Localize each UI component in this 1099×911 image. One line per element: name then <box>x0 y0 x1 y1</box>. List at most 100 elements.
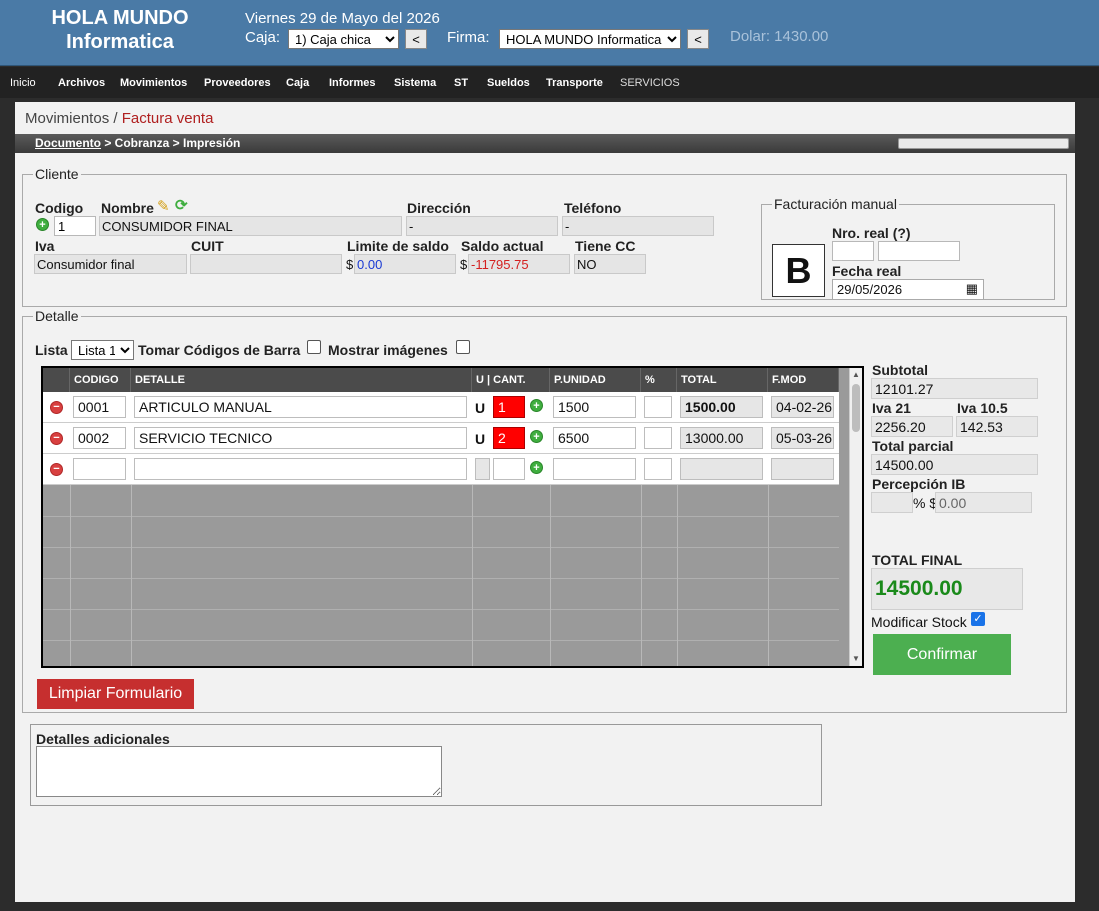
new-porcentaje-input[interactable] <box>644 458 672 480</box>
telefono-field: - <box>562 216 714 236</box>
nav-sueldos[interactable]: Sueldos <box>487 77 530 89</box>
row-codigo[interactable]: 0001 <box>73 396 126 418</box>
codigo-label: Codigo <box>35 200 84 216</box>
firma-back-button[interactable]: < <box>687 29 709 49</box>
new-detalle-input[interactable] <box>134 458 467 480</box>
iva21-label: Iva 21 <box>872 400 911 416</box>
add-cliente-icon[interactable]: + <box>36 218 49 231</box>
nav-informes[interactable]: Informes <box>329 77 375 89</box>
grid-column-line <box>641 485 642 666</box>
table-row: − 0001 ARTICULO MANUAL U 1 + 1500 1500.0… <box>43 392 839 423</box>
total-final-value: 14500.00 <box>871 568 1023 610</box>
nav-st[interactable]: ST <box>454 77 468 89</box>
saldo-field: -11795.75 <box>468 254 570 274</box>
row-unidad[interactable]: U <box>475 400 485 416</box>
row-punidad[interactable]: 1500 <box>553 396 636 418</box>
calendar-icon[interactable]: ▦ <box>966 281 978 297</box>
caja-back-button[interactable]: < <box>405 29 427 49</box>
breadcrumb: Movimientos / Factura venta <box>25 110 213 127</box>
total-final-label: TOTAL FINAL <box>872 552 963 568</box>
new-cantidad-input[interactable] <box>493 458 525 480</box>
nro-real-prefix-input[interactable] <box>832 241 874 261</box>
new-total-field <box>680 458 763 480</box>
new-fmod-field <box>771 458 834 480</box>
images-label: Mostrar imágenes <box>328 342 448 358</box>
scroll-up-icon[interactable]: ▲ <box>852 370 860 379</box>
remove-row-icon[interactable]: − <box>50 432 63 445</box>
row-fmod: 04-02-26 <box>771 396 834 418</box>
firma-select[interactable]: HOLA MUNDO Informatica <box>499 29 681 49</box>
grid-scrollbar[interactable]: ▲ ▼ <box>849 368 862 666</box>
factura-tipo-badge: B <box>772 244 825 297</box>
percepcion-label: Percepción IB <box>872 476 966 492</box>
progress-bar <box>898 138 1069 149</box>
fecha-real-label: Fecha real <box>832 263 902 279</box>
modificar-stock-checkbox[interactable]: ✓ <box>971 612 985 626</box>
step-bar: Documento > Cobranza > Impresión <box>15 134 1075 153</box>
lista-select[interactable]: Lista 1 <box>71 340 134 360</box>
codigo-input[interactable] <box>54 216 96 236</box>
col-punidad: P.UNIDAD <box>550 368 641 392</box>
brand-subtitle: Informatica <box>66 31 174 53</box>
images-checkbox[interactable] <box>456 340 470 354</box>
grid-column-line <box>70 485 71 666</box>
row-codigo[interactable]: 0002 <box>73 427 126 449</box>
scroll-down-icon[interactable]: ▼ <box>852 654 860 663</box>
edit-pencil-icon[interactable]: ✎ <box>157 197 170 215</box>
caja-select[interactable]: 1) Caja chica <box>288 29 399 49</box>
row-detalle[interactable]: ARTICULO MANUAL <box>134 396 467 418</box>
nav-caja[interactable]: Caja <box>286 77 309 89</box>
scroll-thumb[interactable] <box>852 384 860 432</box>
grid-line <box>43 516 839 517</box>
row-detalle[interactable]: SERVICIO TECNICO <box>134 427 467 449</box>
increase-qty-icon[interactable]: + <box>530 430 543 443</box>
nav-inicio[interactable]: Inicio <box>10 77 36 89</box>
lista-label: Lista <box>35 342 68 358</box>
new-punidad-input[interactable] <box>553 458 636 480</box>
facturacion-legend: Facturación manual <box>774 196 897 212</box>
app-header: HOLA MUNDO Informatica Viernes 29 de May… <box>0 0 1099 66</box>
new-unidad-field[interactable] <box>475 458 490 480</box>
remove-row-icon[interactable]: − <box>50 401 63 414</box>
row-cantidad[interactable]: 2 <box>493 427 525 449</box>
row-cantidad[interactable]: 1 <box>493 396 525 418</box>
barcode-label: Tomar Códigos de Barra <box>138 342 301 358</box>
row-punidad[interactable]: 6500 <box>553 427 636 449</box>
row-porcentaje[interactable] <box>644 396 672 418</box>
nav-transporte[interactable]: Transporte <box>546 77 603 89</box>
nav-archivos[interactable]: Archivos <box>58 77 105 89</box>
breadcrumb-current: Factura venta <box>121 110 214 127</box>
step-documento[interactable]: Documento <box>35 136 101 150</box>
percepcion-pct-input[interactable] <box>871 492 913 513</box>
limpiar-formulario-button[interactable]: Limpiar Formulario <box>37 679 194 709</box>
row-unidad[interactable]: U <box>475 431 485 447</box>
row-porcentaje[interactable] <box>644 427 672 449</box>
caja-label: Caja: <box>245 29 281 46</box>
confirmar-button[interactable]: Confirmar <box>873 634 1011 675</box>
brand-name: HOLA MUNDO <box>51 7 189 29</box>
new-codigo-input[interactable] <box>73 458 126 480</box>
adicionales-textarea[interactable] <box>36 746 442 797</box>
nombre-field[interactable]: CONSUMIDOR FINAL <box>99 216 402 236</box>
increase-qty-icon[interactable]: + <box>530 399 543 412</box>
fecha-real-value: 29/05/2026 <box>837 282 903 297</box>
refresh-icon[interactable]: ⟳ <box>175 196 188 214</box>
nav-servicios[interactable]: SERVICIOS <box>620 77 680 89</box>
breadcrumb-section[interactable]: Movimientos <box>25 110 109 127</box>
nav-movimientos[interactable]: Movimientos <box>120 77 187 89</box>
iva-label: Iva <box>35 238 55 254</box>
parcial-label: Total parcial <box>872 438 954 454</box>
parcial-value: 14500.00 <box>871 454 1038 475</box>
nav-sistema[interactable]: Sistema <box>394 77 436 89</box>
barcode-checkbox[interactable] <box>307 340 321 354</box>
subtotal-value: 12101.27 <box>871 378 1038 399</box>
detalle-legend: Detalle <box>35 308 79 324</box>
nro-real-number-input[interactable] <box>878 241 960 261</box>
iva21-value: 2256.20 <box>871 416 953 437</box>
tienecc-field: NO <box>574 254 646 274</box>
increase-qty-icon[interactable]: + <box>530 461 543 474</box>
remove-row-icon[interactable]: − <box>50 463 63 476</box>
percepcion-sign: % $ <box>913 495 938 511</box>
nav-proveedores[interactable]: Proveedores <box>204 77 271 89</box>
fecha-real-input[interactable]: 29/05/2026 ▦ <box>832 279 984 300</box>
